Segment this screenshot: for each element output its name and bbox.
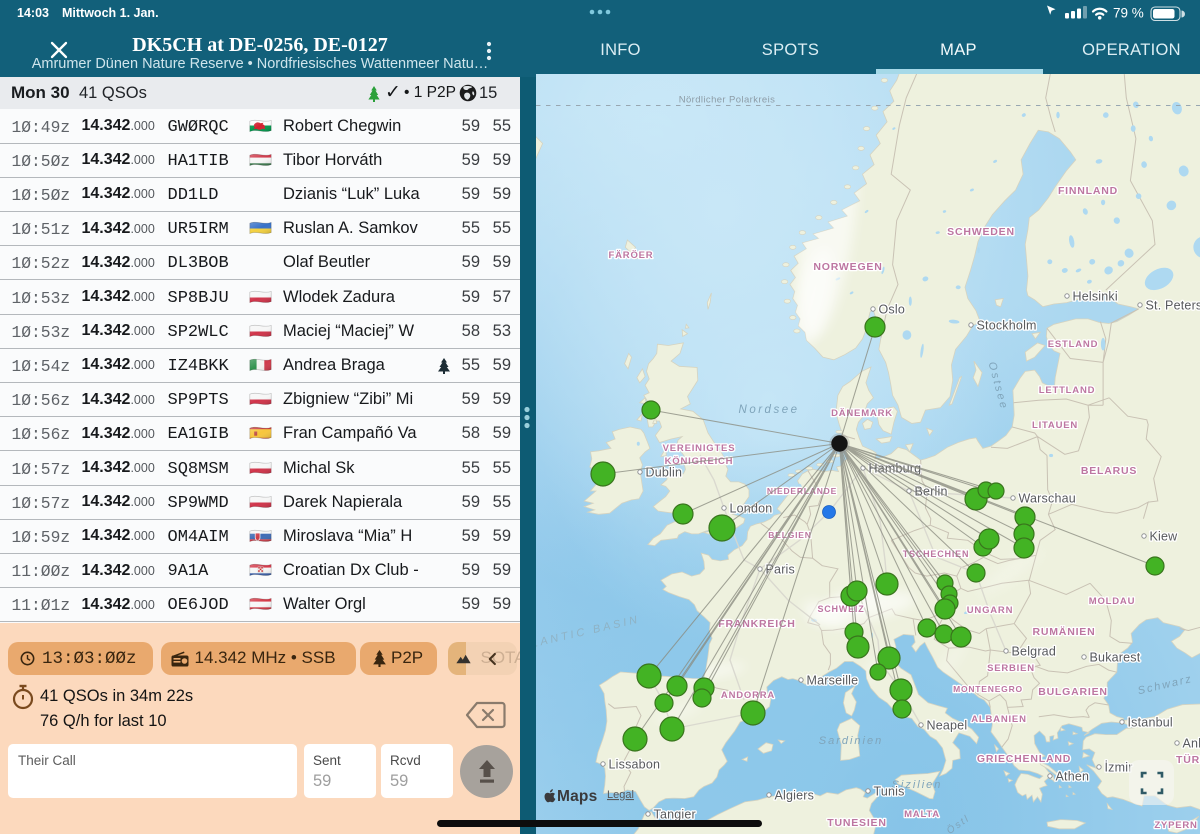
svg-text:Nördlicher Polarkreis: Nördlicher Polarkreis	[679, 95, 776, 106]
svg-text:Stockholm: Stockholm	[977, 319, 1037, 333]
svg-text:BELARUS: BELARUS	[1081, 465, 1137, 477]
svg-text:Belgrad: Belgrad	[1012, 645, 1057, 659]
svg-text:BULGARIEN: BULGARIEN	[1038, 686, 1108, 698]
svg-text:FRANKREICH: FRANKREICH	[718, 618, 795, 630]
svg-text:İzmir: İzmir	[1105, 761, 1133, 775]
svg-text:SCHWEIZ: SCHWEIZ	[817, 604, 864, 614]
svg-text:TUNESIEN: TUNESIEN	[827, 817, 887, 829]
svg-text:RUMÄNIEN: RUMÄNIEN	[1033, 625, 1096, 638]
svg-text:SCHWEDEN: SCHWEDEN	[947, 226, 1015, 238]
svg-text:LITAUEN: LITAUEN	[1032, 420, 1078, 431]
svg-text:ANDORRA: ANDORRA	[721, 690, 775, 701]
svg-text:Legal: Legal	[607, 789, 634, 801]
svg-text:Helsinki: Helsinki	[1073, 290, 1118, 304]
svg-text:Oslo: Oslo	[879, 303, 906, 317]
svg-text:St. Petersb: St. Petersb	[1146, 299, 1200, 313]
svg-text:SERBIEN: SERBIEN	[987, 663, 1035, 674]
svg-text:Bukarest: Bukarest	[1090, 651, 1141, 665]
svg-text:Lissabon: Lissabon	[609, 758, 661, 772]
svg-text:LETTLAND: LETTLAND	[1039, 385, 1096, 396]
svg-text:Maps: Maps	[557, 788, 597, 805]
svg-text:Athen: Athen	[1056, 770, 1090, 784]
svg-text:NORWEGEN: NORWEGEN	[813, 261, 882, 273]
svg-text:Kiew: Kiew	[1150, 530, 1179, 544]
svg-text:Nordsee: Nordsee	[739, 404, 800, 416]
svg-text:MOLDAU: MOLDAU	[1089, 596, 1136, 607]
svg-text:Istanbul: Istanbul	[1128, 716, 1173, 730]
svg-text:Tunis: Tunis	[874, 785, 905, 799]
svg-text:UNGARN: UNGARN	[967, 605, 1014, 616]
svg-text:ALBANIEN: ALBANIEN	[971, 714, 1026, 725]
svg-text:Marseille: Marseille	[807, 674, 859, 688]
svg-text:TÜRKEI: TÜRKEI	[1176, 753, 1200, 766]
svg-text:FÄRÖER: FÄRÖER	[609, 250, 654, 261]
svg-text:VEREINIGTES: VEREINIGTES	[663, 443, 736, 454]
svg-text:Algiers: Algiers	[775, 789, 815, 803]
svg-text:Warschau: Warschau	[1019, 492, 1076, 506]
svg-text:GRIECHENLAND: GRIECHENLAND	[977, 753, 1071, 765]
svg-text:ESTLAND: ESTLAND	[1048, 339, 1098, 350]
svg-text:Anka: Anka	[1183, 737, 1200, 751]
svg-text:Sardinien: Sardinien	[819, 735, 883, 747]
svg-text:Neapel: Neapel	[927, 719, 968, 733]
svg-text:ZYPERN: ZYPERN	[1154, 820, 1197, 831]
svg-text:MONTENEGRO: MONTENEGRO	[953, 684, 1023, 694]
svg-text:London: London	[730, 502, 773, 516]
svg-text:FINNLAND: FINNLAND	[1058, 185, 1118, 197]
svg-text:DÄNEMARK: DÄNEMARK	[831, 408, 893, 419]
svg-text:Berlin: Berlin	[915, 485, 948, 499]
svg-text:MALTA: MALTA	[904, 809, 940, 820]
svg-text:79 %: 79 %	[1113, 6, 1144, 21]
